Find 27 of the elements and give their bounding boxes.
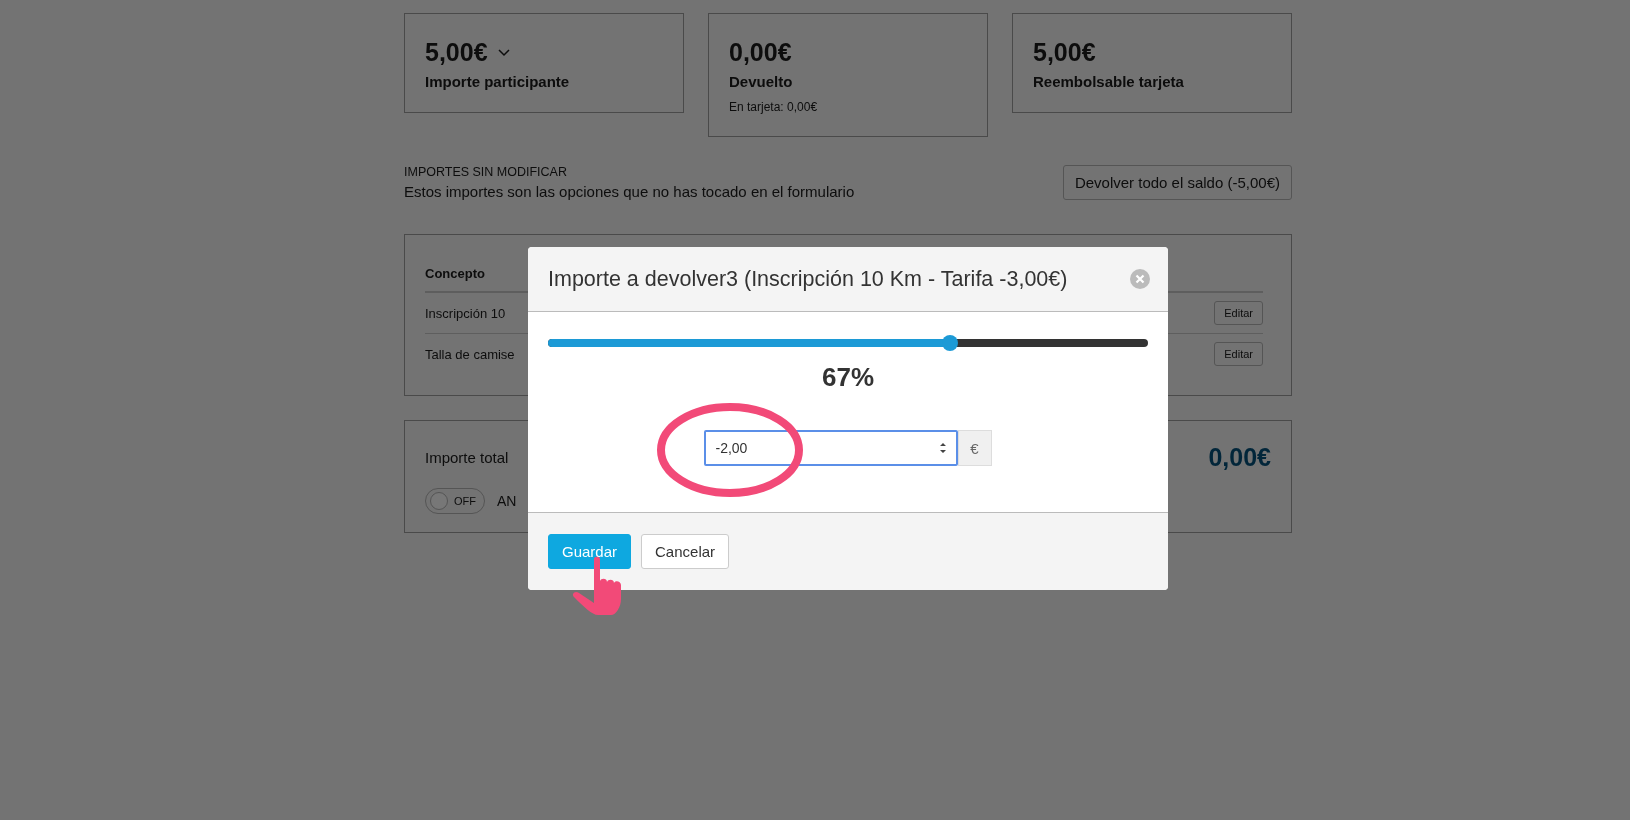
card-label: Importe participante <box>425 73 571 90</box>
slider-thumb[interactable] <box>942 335 958 351</box>
table-cell: Talla de camise <box>425 346 515 362</box>
modal-title: Importe a devolver3 (Inscripción 10 Km - Tarifa -3,00€) <box>548 266 1068 292</box>
save-button[interactable]: Guardar <box>548 534 632 569</box>
section-heading: IMPORTES SIN MODIFICAR <box>404 165 568 179</box>
return-balance-button[interactable]: Devolver todo el saldo (-5,00€) <box>1062 165 1292 200</box>
amount-value: 5,00€ <box>1033 38 1096 67</box>
card-label: Reembolsable tarjeta <box>1033 73 1185 90</box>
column-header: Concepto <box>425 265 485 281</box>
chevron-down-icon[interactable] <box>497 48 510 57</box>
amount-value: 0,00€ <box>729 38 792 67</box>
section-description: Estos importes son las opciones que no has tocado en el formulario <box>404 183 855 200</box>
toggle-switch[interactable]: OFF <box>425 488 485 514</box>
total-label: Importe total <box>425 449 509 466</box>
percent-value: 67% <box>821 362 874 392</box>
card-note: En tarjeta: 0,00€ <box>729 100 819 114</box>
total-amount: 0,00€ <box>1208 443 1271 472</box>
edit-button[interactable]: Editar <box>1214 301 1263 325</box>
amount-input[interactable]: -2,00 <box>703 430 958 466</box>
toggle-label: AN <box>497 493 517 509</box>
card-label: Devuelto <box>729 73 794 90</box>
currency-addon: € <box>957 430 992 466</box>
cancel-button[interactable]: Cancelar <box>641 534 730 569</box>
edit-button[interactable]: Editar <box>1214 342 1263 366</box>
table-cell: Inscripción 10 <box>425 305 506 321</box>
amount-value: 5,00€ <box>425 38 488 67</box>
